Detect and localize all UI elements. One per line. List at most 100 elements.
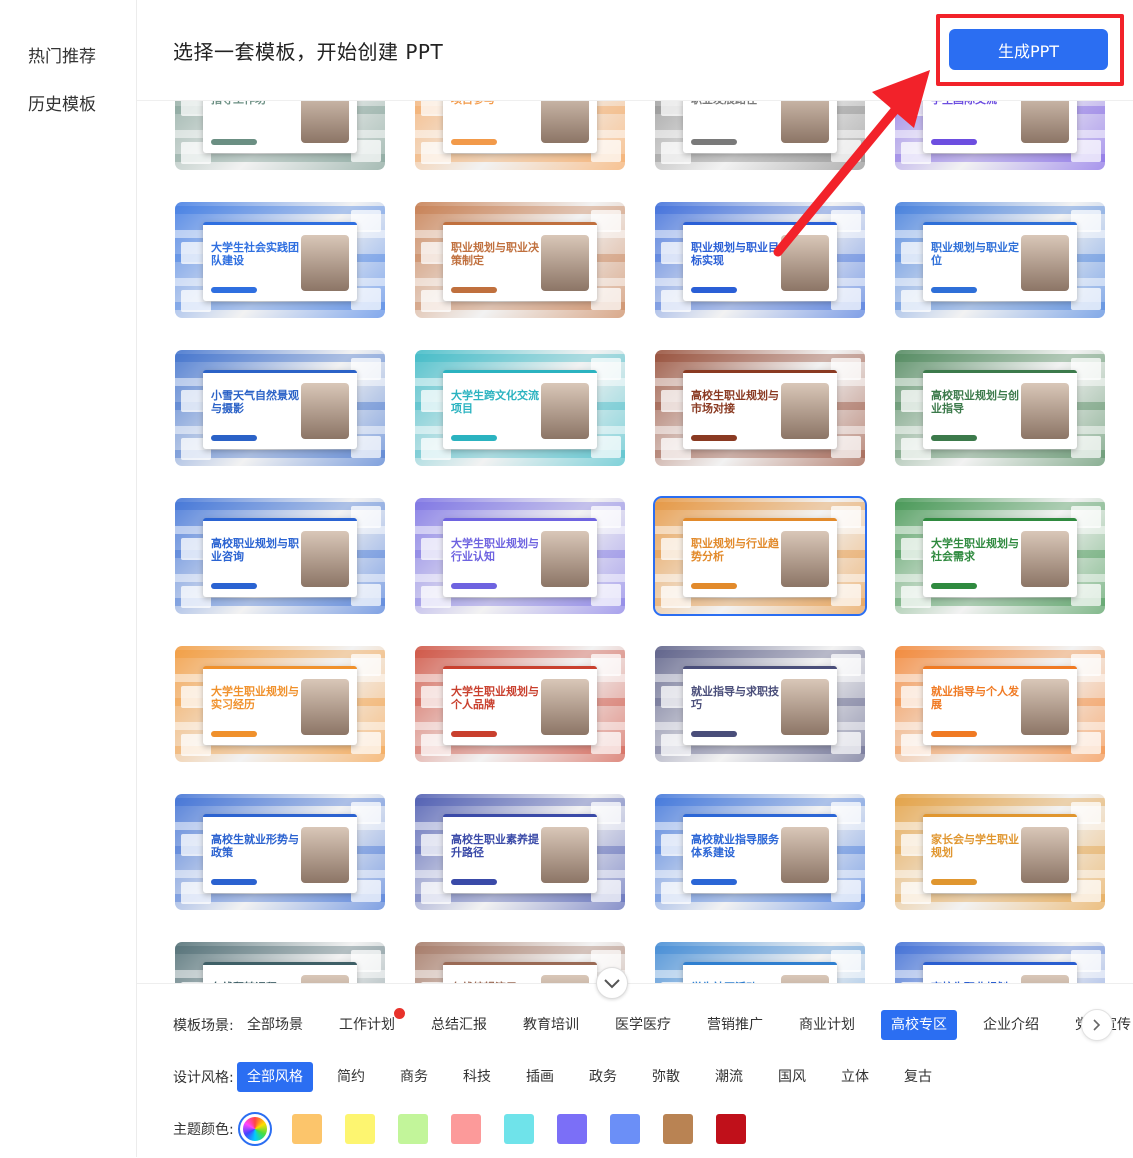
template-card[interactable]: 高校生职业规划 [895, 942, 1105, 983]
card-photo [301, 975, 349, 983]
template-card[interactable]: 高校生就业形势与政策 [175, 794, 385, 910]
card-title: 大学生职业规划与社会需求 [931, 537, 1019, 563]
style-chip[interactable]: 弥散 [642, 1062, 690, 1092]
color-swatch-all[interactable] [238, 1112, 272, 1146]
card-pill [691, 879, 737, 885]
style-chip[interactable]: 全部风格 [237, 1062, 313, 1092]
card-slide-preview: 学生国际交流 [923, 101, 1077, 153]
style-chip[interactable]: 插画 [516, 1062, 564, 1092]
template-card[interactable]: 在线翻转课程 [175, 942, 385, 983]
template-card[interactable]: 就业指导与个人发展 [895, 646, 1105, 762]
style-chip[interactable]: 国风 [768, 1062, 816, 1092]
template-card[interactable]: 高校生职业素养提升路径 [415, 794, 625, 910]
card-slide-preview: 大学生社会实践团队建设 [203, 222, 357, 301]
card-photo [301, 383, 349, 439]
template-card[interactable]: 大学生职业规划与个人品牌 [415, 646, 625, 762]
color-swatch[interactable] [663, 1114, 693, 1144]
card-pill [691, 139, 737, 145]
scene-chip[interactable]: 总结汇报 [421, 1010, 497, 1040]
card-pill [211, 287, 257, 293]
template-card[interactable]: 大学生职业规划与行业认知 [415, 498, 625, 614]
template-card[interactable]: 指导工作坊 [175, 101, 385, 170]
template-card[interactable]: 职业发展路径 [655, 101, 865, 170]
template-card[interactable]: 大学生跨文化交流项目 [415, 350, 625, 466]
template-card[interactable]: 高校职业规划与职业咨询 [175, 498, 385, 614]
color-swatch[interactable] [451, 1114, 481, 1144]
chevron-down-icon [604, 974, 620, 993]
card-title: 大学生社会实践团队建设 [211, 241, 299, 267]
card-photo [1021, 531, 1069, 587]
template-card[interactable]: 职业规划与职业目标实现 [655, 202, 865, 318]
scene-chip[interactable]: 工作计划 [329, 1008, 405, 1040]
color-swatch[interactable] [610, 1114, 640, 1144]
style-chip[interactable]: 科技 [453, 1062, 501, 1092]
scene-next-button[interactable] [1081, 1009, 1113, 1041]
scroll-down-button[interactable] [596, 967, 628, 999]
scene-chip[interactable]: 全部场景 [237, 1010, 313, 1040]
card-slide-preview: 学生社区活动 [683, 962, 837, 983]
style-chip[interactable]: 商务 [390, 1062, 438, 1092]
color-filter-label: 主题颜色: [173, 1122, 234, 1138]
scene-chip[interactable]: 商业计划 [789, 1010, 865, 1040]
template-card[interactable]: 大学生职业规划与实习经历 [175, 646, 385, 762]
generate-ppt-button[interactable]: 生成PPT [949, 29, 1108, 70]
card-title: 职业发展路径 [691, 101, 781, 106]
card-pill [451, 583, 497, 589]
style-chip[interactable]: 立体 [831, 1062, 879, 1092]
template-card[interactable]: 在线编辑演示 [415, 942, 625, 983]
card-title: 高校职业规划与创业指导 [931, 389, 1019, 415]
card-title: 大学生跨文化交流项目 [451, 389, 539, 415]
style-chip[interactable]: 政务 [579, 1062, 627, 1092]
main-panel: 选择一套模板，开始创建 PPT 生成PPT 指导工作坊 项目参与 职业发展路径 学生国… [137, 0, 1133, 1158]
card-photo [301, 827, 349, 883]
card-pill [451, 879, 497, 885]
card-title: 高校就业指导服务体系建设 [691, 833, 779, 859]
card-slide-preview: 高校职业规划与创业指导 [923, 370, 1077, 449]
card-photo [781, 827, 829, 883]
scene-chip[interactable]: 高校专区 [881, 1010, 957, 1040]
card-photo [781, 235, 829, 291]
template-card[interactable]: 学生国际交流 [895, 101, 1105, 170]
card-slide-preview: 高校生就业形势与政策 [203, 814, 357, 893]
scene-chip[interactable]: 营销推广 [697, 1010, 773, 1040]
template-grid[interactable]: 指导工作坊 项目参与 职业发展路径 学生国际交流大学生社会实践团队建设 职业规划与职业决… [137, 101, 1133, 983]
color-swatch[interactable] [398, 1114, 428, 1144]
template-card[interactable]: 学生社区活动 [655, 942, 865, 983]
card-slide-preview: 小雪天气自然景观与摄影 [203, 370, 357, 449]
card-photo [1021, 679, 1069, 735]
style-filter-row: 设计风格: 全部风格 简约 商务 科技 插画 政务 弥散 潮流 国风 立体 复古 [173, 1062, 957, 1092]
template-card[interactable]: 家长会与学生职业规划 [895, 794, 1105, 910]
style-chip[interactable]: 简约 [327, 1062, 375, 1092]
template-card[interactable]: 大学生职业规划与社会需求 [895, 498, 1105, 614]
template-card[interactable]: 高校就业指导服务体系建设 [655, 794, 865, 910]
color-swatch[interactable] [716, 1114, 746, 1144]
scene-chip[interactable]: 企业介绍 [973, 1010, 1049, 1040]
template-card[interactable]: 项目参与 [415, 101, 625, 170]
color-swatch[interactable] [504, 1114, 534, 1144]
style-chip[interactable]: 潮流 [705, 1062, 753, 1092]
scene-chip[interactable]: 教育培训 [513, 1010, 589, 1040]
template-card[interactable]: 大学生社会实践团队建设 [175, 202, 385, 318]
sidebar-item-history[interactable]: 历史模板 [28, 90, 96, 115]
style-chip[interactable]: 复古 [894, 1062, 942, 1092]
color-swatch[interactable] [557, 1114, 587, 1144]
scene-chip[interactable]: 医学医疗 [605, 1010, 681, 1040]
template-card[interactable]: 小雪天气自然景观与摄影 [175, 350, 385, 466]
card-pill [691, 287, 737, 293]
card-photo [541, 827, 589, 883]
template-card[interactable]: 高校生职业规划与市场对接 [655, 350, 865, 466]
template-card[interactable]: 职业规划与职业定位 [895, 202, 1105, 318]
color-swatch[interactable] [292, 1114, 322, 1144]
card-pill [211, 879, 257, 885]
template-card[interactable]: 职业规划与行业趋势分析 [653, 496, 867, 616]
sidebar-item-hot[interactable]: 热门推荐 [28, 42, 96, 67]
card-slide-preview: 就业指导与个人发展 [923, 666, 1077, 745]
card-photo [781, 383, 829, 439]
template-card[interactable]: 就业指导与求职技巧 [655, 646, 865, 762]
card-pill [691, 731, 737, 737]
template-card[interactable]: 职业规划与职业决策制定 [415, 202, 625, 318]
color-swatch[interactable] [345, 1114, 375, 1144]
card-photo [1021, 383, 1069, 439]
card-pill [211, 139, 257, 145]
template-card[interactable]: 高校职业规划与创业指导 [895, 350, 1105, 466]
